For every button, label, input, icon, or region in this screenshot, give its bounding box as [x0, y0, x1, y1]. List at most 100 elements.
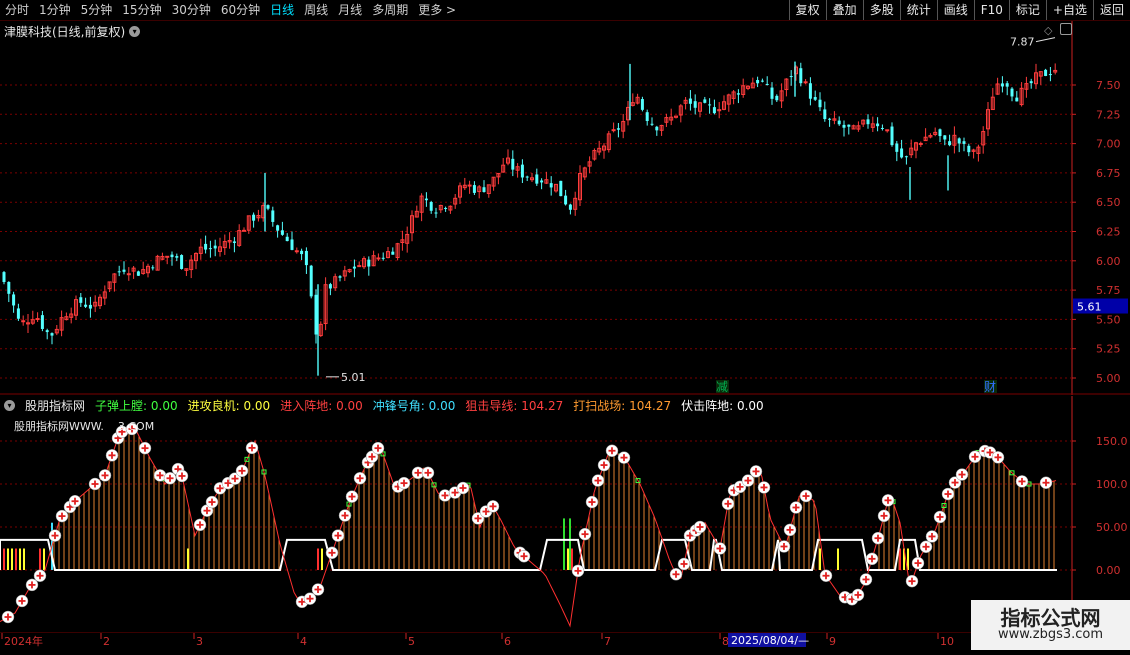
candle-body	[650, 123, 654, 125]
plus-circle-icon	[933, 510, 947, 524]
indicator-chart[interactable]: 150.0 100.0 50.00 0.00	[0, 396, 1130, 632]
plus-circle-icon	[303, 592, 317, 605]
plus-circle-icon	[721, 497, 735, 511]
plus-circle-icon	[98, 469, 112, 482]
candle-body	[611, 129, 616, 132]
plus-circle-icon	[881, 494, 895, 507]
period-tab[interactable]: 15分钟	[117, 0, 166, 20]
plus-circle-icon	[1015, 475, 1029, 488]
indicator-value-number: 104.27	[625, 399, 672, 413]
candle-body	[876, 123, 880, 127]
indicator-value-number: 0.00	[147, 399, 178, 413]
period-tab[interactable]: 5分钟	[76, 0, 118, 20]
plus-circle-icon	[68, 494, 82, 508]
plus-circle-icon	[859, 573, 873, 586]
time-label: 3	[196, 635, 203, 648]
candle-body	[708, 104, 712, 106]
candle-body	[117, 271, 121, 273]
candle-body	[309, 265, 313, 297]
candle-body	[520, 164, 524, 178]
period-tabs: 分时 1分钟 5分钟 15分钟 30分钟 60分钟 日线 周线 月线 多周期 更多 >	[0, 0, 461, 20]
chevron-down-icon[interactable]: ▾	[4, 400, 15, 411]
toolbar-button[interactable]: 多股	[862, 0, 900, 20]
candle-body	[352, 266, 356, 269]
price-tick-label: 7.00	[1096, 138, 1121, 151]
candle-body	[895, 143, 899, 152]
candlestick-chart[interactable]: 7.50 7.25 7.00 6.75 6.50 6.25 6.00 5.75 5.50 5.25…	[0, 21, 1130, 395]
period-tab[interactable]: 月线	[333, 0, 367, 20]
candle-body	[88, 304, 92, 309]
period-tab[interactable]: 30分钟	[167, 0, 216, 20]
candle-body	[967, 145, 971, 153]
candle-body	[391, 251, 395, 255]
plus-circle-icon	[205, 495, 219, 509]
candle-body	[1015, 97, 1019, 102]
plus-circle-icon	[799, 489, 813, 503]
candle-body	[35, 318, 40, 321]
plus-circle-icon	[871, 531, 885, 545]
indicator-panel[interactable]: 150.0 100.0 50.00 0.00 ▾ 股朋指标网 子弹上膛: 0.00 进攻…	[0, 396, 1130, 632]
candle-body	[232, 241, 236, 243]
period-tab[interactable]: 更多 >	[413, 0, 461, 20]
candle-body	[890, 126, 894, 146]
candle-body	[266, 205, 270, 209]
candle-body	[900, 148, 904, 158]
candle-body	[165, 255, 170, 258]
toolbar-button[interactable]: +自选	[1045, 0, 1093, 20]
indicator-value-number: 104.27	[517, 399, 564, 413]
watermark-logo: 指标公式网 www.zbgs3.com	[971, 600, 1130, 650]
candle-body	[693, 101, 697, 108]
toolbar-button[interactable]: 叠加	[825, 0, 863, 20]
plus-circle-icon	[245, 441, 259, 455]
chevron-down-icon[interactable]: ▾	[129, 26, 141, 37]
toolbar-button[interactable]: 返回	[1092, 0, 1130, 20]
period-tab[interactable]: 分时	[0, 0, 34, 20]
toolbar-button[interactable]: 复权	[788, 0, 826, 20]
plus-circle-icon	[941, 487, 955, 501]
price-tick-label: 5.50	[1096, 313, 1121, 326]
plus-circle-icon	[911, 556, 925, 570]
candle-body	[645, 112, 649, 121]
candle-body	[842, 124, 846, 128]
plus-circle-icon	[585, 495, 599, 509]
indicator-value: 狙击导线: 104.27	[465, 397, 563, 414]
reduce-marker[interactable]: 减	[716, 380, 728, 394]
candle-body	[367, 259, 371, 267]
plus-circle-icon	[397, 476, 411, 490]
indicator-value-label: 进攻良机:	[187, 399, 240, 413]
toolbar-button[interactable]: F10	[973, 0, 1009, 20]
candle-body	[549, 183, 553, 188]
candle-body	[803, 81, 808, 84]
plus-circle-icon	[591, 474, 605, 487]
candle-body	[294, 250, 299, 253]
plus-circle-icon	[783, 523, 797, 537]
candle-body	[328, 284, 332, 289]
finance-marker[interactable]: 财	[984, 380, 996, 394]
plus-circle-icon	[421, 466, 435, 480]
plus-circle-icon	[757, 481, 771, 494]
plus-circle-icon	[919, 540, 933, 554]
toolbar-button[interactable]: 画线	[936, 0, 974, 20]
candle-body	[2, 272, 6, 283]
candle-body	[1005, 83, 1009, 87]
candle-body	[151, 267, 155, 269]
price-chart-panel[interactable]: 7.50 7.25 7.00 6.75 6.50 6.25 6.00 5.75 5.50 5.25…	[0, 21, 1130, 395]
panel-toggle-icon[interactable]	[1060, 23, 1072, 35]
period-tab[interactable]: 60分钟	[216, 0, 265, 20]
plus-circle-icon	[677, 557, 691, 571]
candle-body	[1029, 81, 1033, 84]
candle-body	[655, 126, 659, 131]
period-tab[interactable]: 日线	[265, 0, 299, 20]
candle-body	[948, 141, 952, 146]
toolbar-button[interactable]: 标记	[1008, 0, 1046, 20]
toolbar-button[interactable]: 统计	[899, 0, 937, 20]
diamond-icon[interactable]: ◇	[1044, 24, 1052, 37]
indicator-value: 进入阵地: 0.00	[280, 397, 363, 414]
candle-body	[962, 141, 966, 144]
candle-body	[828, 118, 832, 120]
period-tab[interactable]: 1分钟	[34, 0, 76, 20]
period-tab[interactable]: 多周期	[367, 0, 413, 20]
period-tab[interactable]: 周线	[299, 0, 333, 20]
indicator-value-label: 进入阵地:	[280, 399, 333, 413]
plus-circle-icon	[597, 458, 611, 472]
